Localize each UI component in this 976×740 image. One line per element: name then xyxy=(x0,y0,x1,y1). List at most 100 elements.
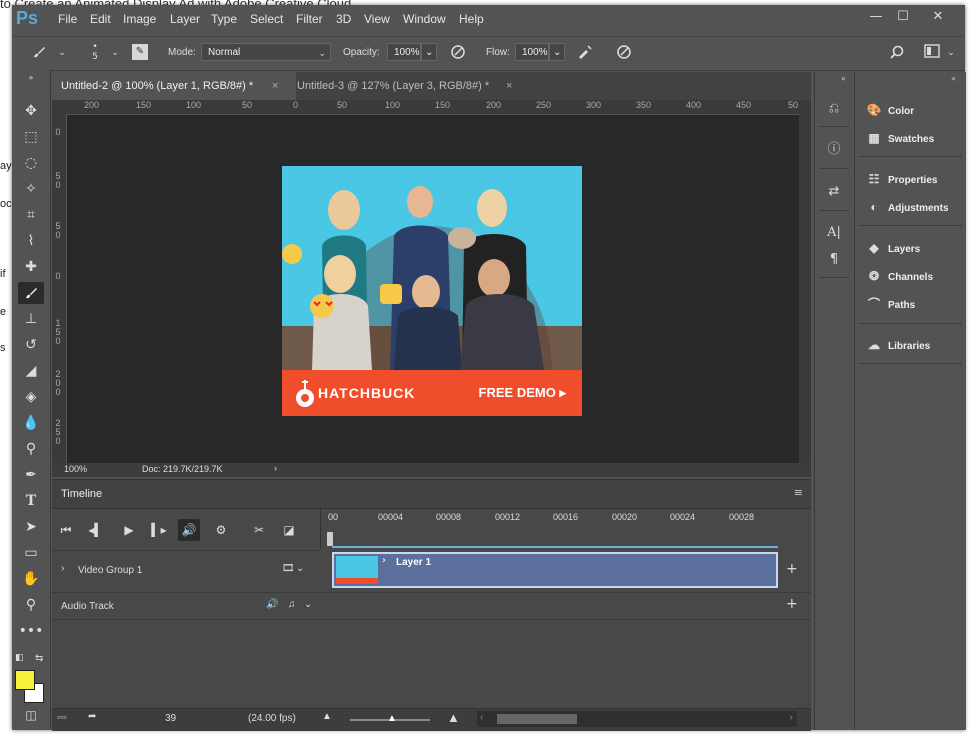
swap-colors-icon[interactable]: ⇆ xyxy=(35,653,43,664)
tab-untitled-3[interactable]: Untitled-3 @ 127% (Layer 3, RGB/8#) * × xyxy=(288,72,533,100)
chevron-left-icon[interactable]: ‹ xyxy=(480,712,483,723)
flow-input[interactable]: 100% xyxy=(515,43,549,61)
brush-size-picker[interactable]: • 5 xyxy=(86,42,104,62)
chevron-down-icon[interactable]: ⌄ xyxy=(106,44,124,62)
navigator-panel-icon[interactable]: ⇄ xyxy=(824,182,844,202)
opacity-dropdown[interactable]: ⌄ xyxy=(421,43,437,61)
more-tools-icon[interactable]: ••• xyxy=(18,620,44,642)
search-icon[interactable] xyxy=(888,44,906,62)
close-button[interactable]: ✕ xyxy=(924,7,952,27)
collapse-icon[interactable]: « xyxy=(951,74,956,83)
panel-channels[interactable]: ❂ Channels xyxy=(865,265,933,287)
menu-filter[interactable]: Filter xyxy=(296,12,323,26)
marquee-tool-icon[interactable]: ⬚ xyxy=(18,126,44,148)
chevron-down-icon[interactable]: ⌄ xyxy=(53,44,71,62)
panel-paths[interactable]: ⌒ Paths xyxy=(865,293,915,315)
eyedropper-tool-icon[interactable]: ⌇ xyxy=(18,230,44,252)
restore-button[interactable]: ☐ xyxy=(889,7,917,27)
chevron-right-icon[interactable]: › xyxy=(274,463,277,473)
pen-tool-icon[interactable]: ✒ xyxy=(18,464,44,486)
foreground-color-swatch[interactable] xyxy=(15,670,35,690)
split-scissors-icon[interactable]: ✂ xyxy=(248,519,270,541)
zoom-slider-handle[interactable]: ▲ xyxy=(387,713,397,724)
workspace-icon[interactable] xyxy=(923,44,941,62)
dodge-tool-icon[interactable]: ⚲ xyxy=(18,438,44,460)
music-note-icon[interactable]: ♫ xyxy=(288,599,296,610)
add-audio-icon[interactable]: + xyxy=(786,596,798,612)
timeline-scroll-thumb[interactable] xyxy=(497,714,577,724)
settings-gear-icon[interactable]: ⚙ xyxy=(210,519,232,541)
zoom-tool-icon[interactable]: ⚲ xyxy=(18,594,44,616)
move-tool-icon[interactable]: ✥ xyxy=(18,100,44,122)
panel-adjustments[interactable]: ◐ Adjustments xyxy=(865,196,948,218)
timeline-scrollbar[interactable]: ‹ › xyxy=(477,711,797,727)
previous-frame-icon[interactable]: ◂▍ xyxy=(85,519,107,541)
menu-file[interactable]: File xyxy=(58,12,77,26)
blur-tool-icon[interactable]: 💧 xyxy=(18,412,44,434)
chevron-right-icon[interactable]: › xyxy=(61,563,64,574)
mute-audio-icon[interactable]: 🔊 xyxy=(266,599,278,610)
magic-wand-tool-icon[interactable]: ✧ xyxy=(18,178,44,200)
mode-select[interactable]: Normal ⌄ xyxy=(201,43,331,61)
close-icon[interactable]: × xyxy=(272,72,278,100)
character-panel-icon[interactable]: A| xyxy=(824,223,844,243)
close-icon[interactable]: × xyxy=(506,72,512,100)
convert-frame-animation-icon[interactable]: ▫▫▫ xyxy=(57,712,67,722)
vertical-scrollbar[interactable] xyxy=(799,114,811,463)
film-icon[interactable]: 🎞 xyxy=(282,563,295,574)
panel-color[interactable]: 🎨 Color xyxy=(865,99,915,121)
paint-bucket-tool-icon[interactable]: ◈ xyxy=(18,386,44,408)
play-icon[interactable]: ▶ xyxy=(118,519,140,541)
chevron-down-icon[interactable]: ⌄ xyxy=(296,563,304,574)
add-media-icon[interactable]: + xyxy=(786,561,798,577)
path-selection-tool-icon[interactable]: ➤ xyxy=(18,516,44,538)
airbrush-icon[interactable] xyxy=(576,44,594,62)
pressure-size-icon[interactable] xyxy=(615,44,633,62)
menu-help[interactable]: Help xyxy=(459,12,484,26)
brush-tool-preset-icon[interactable] xyxy=(30,44,48,62)
paragraph-panel-icon[interactable]: ¶ xyxy=(824,250,844,270)
menu-image[interactable]: Image xyxy=(123,12,156,26)
zoom-out-icon[interactable]: ▲ xyxy=(322,711,332,722)
hand-tool-icon[interactable]: ✋ xyxy=(18,568,44,590)
healing-brush-tool-icon[interactable]: ✚ xyxy=(18,256,44,278)
collapse-icon[interactable]: « xyxy=(841,74,846,83)
playhead[interactable] xyxy=(327,532,333,546)
default-colors-icon[interactable]: ◧ xyxy=(15,653,24,663)
brush-tool-icon[interactable] xyxy=(18,282,44,304)
info-panel-icon[interactable]: ⓘ xyxy=(824,140,844,160)
tab-untitled-2[interactable]: Untitled-2 @ 100% (Layer 1, RGB/8#) * × xyxy=(52,72,296,100)
menu-window[interactable]: Window xyxy=(403,12,446,26)
work-area-bar[interactable] xyxy=(332,546,778,548)
zoom-in-icon[interactable]: ▲ xyxy=(447,710,460,725)
menu-3d[interactable]: 3D xyxy=(336,12,351,26)
flow-dropdown[interactable]: ⌄ xyxy=(549,43,565,61)
collapse-icon[interactable]: » xyxy=(18,72,44,84)
stamp-tool-icon[interactable]: ⊥ xyxy=(18,308,44,330)
quick-mask-icon[interactable]: ◫ xyxy=(18,704,44,726)
panel-properties[interactable]: ☷ Properties xyxy=(865,168,938,190)
menu-layer[interactable]: Layer xyxy=(170,12,200,26)
rectangle-tool-icon[interactable]: ▭ xyxy=(18,542,44,564)
pressure-opacity-icon[interactable] xyxy=(449,44,467,62)
opacity-input[interactable]: 100% xyxy=(387,43,421,61)
panel-menu-icon[interactable]: ≡ xyxy=(794,486,803,499)
panel-swatches[interactable]: ▦ Swatches xyxy=(865,127,934,149)
chevron-down-icon[interactable]: ⌄ xyxy=(942,44,960,62)
menu-type[interactable]: Type xyxy=(211,12,237,26)
history-brush-tool-icon[interactable]: ↺ xyxy=(18,334,44,356)
render-video-icon[interactable]: ➦ xyxy=(88,711,96,722)
menu-view[interactable]: View xyxy=(364,12,390,26)
lasso-tool-icon[interactable]: ◌ xyxy=(18,152,44,174)
type-tool-icon[interactable]: T xyxy=(18,490,44,512)
chevron-right-icon[interactable]: › xyxy=(790,712,793,723)
video-group-row[interactable]: › Video Group 1 🎞 ⌄ xyxy=(52,550,320,591)
zoom-level[interactable]: 100% xyxy=(64,464,87,474)
panel-libraries[interactable]: ☁ Libraries xyxy=(865,334,930,356)
crop-tool-icon[interactable]: ⌗ xyxy=(18,204,44,226)
menu-select[interactable]: Select xyxy=(250,12,283,26)
document-canvas[interactable]: HATCHBUCK FREE DEMO ▸ xyxy=(282,166,582,416)
chevron-right-icon[interactable]: › xyxy=(382,555,386,566)
transition-icon[interactable]: ◪ xyxy=(278,519,300,541)
menu-edit[interactable]: Edit xyxy=(90,12,111,26)
